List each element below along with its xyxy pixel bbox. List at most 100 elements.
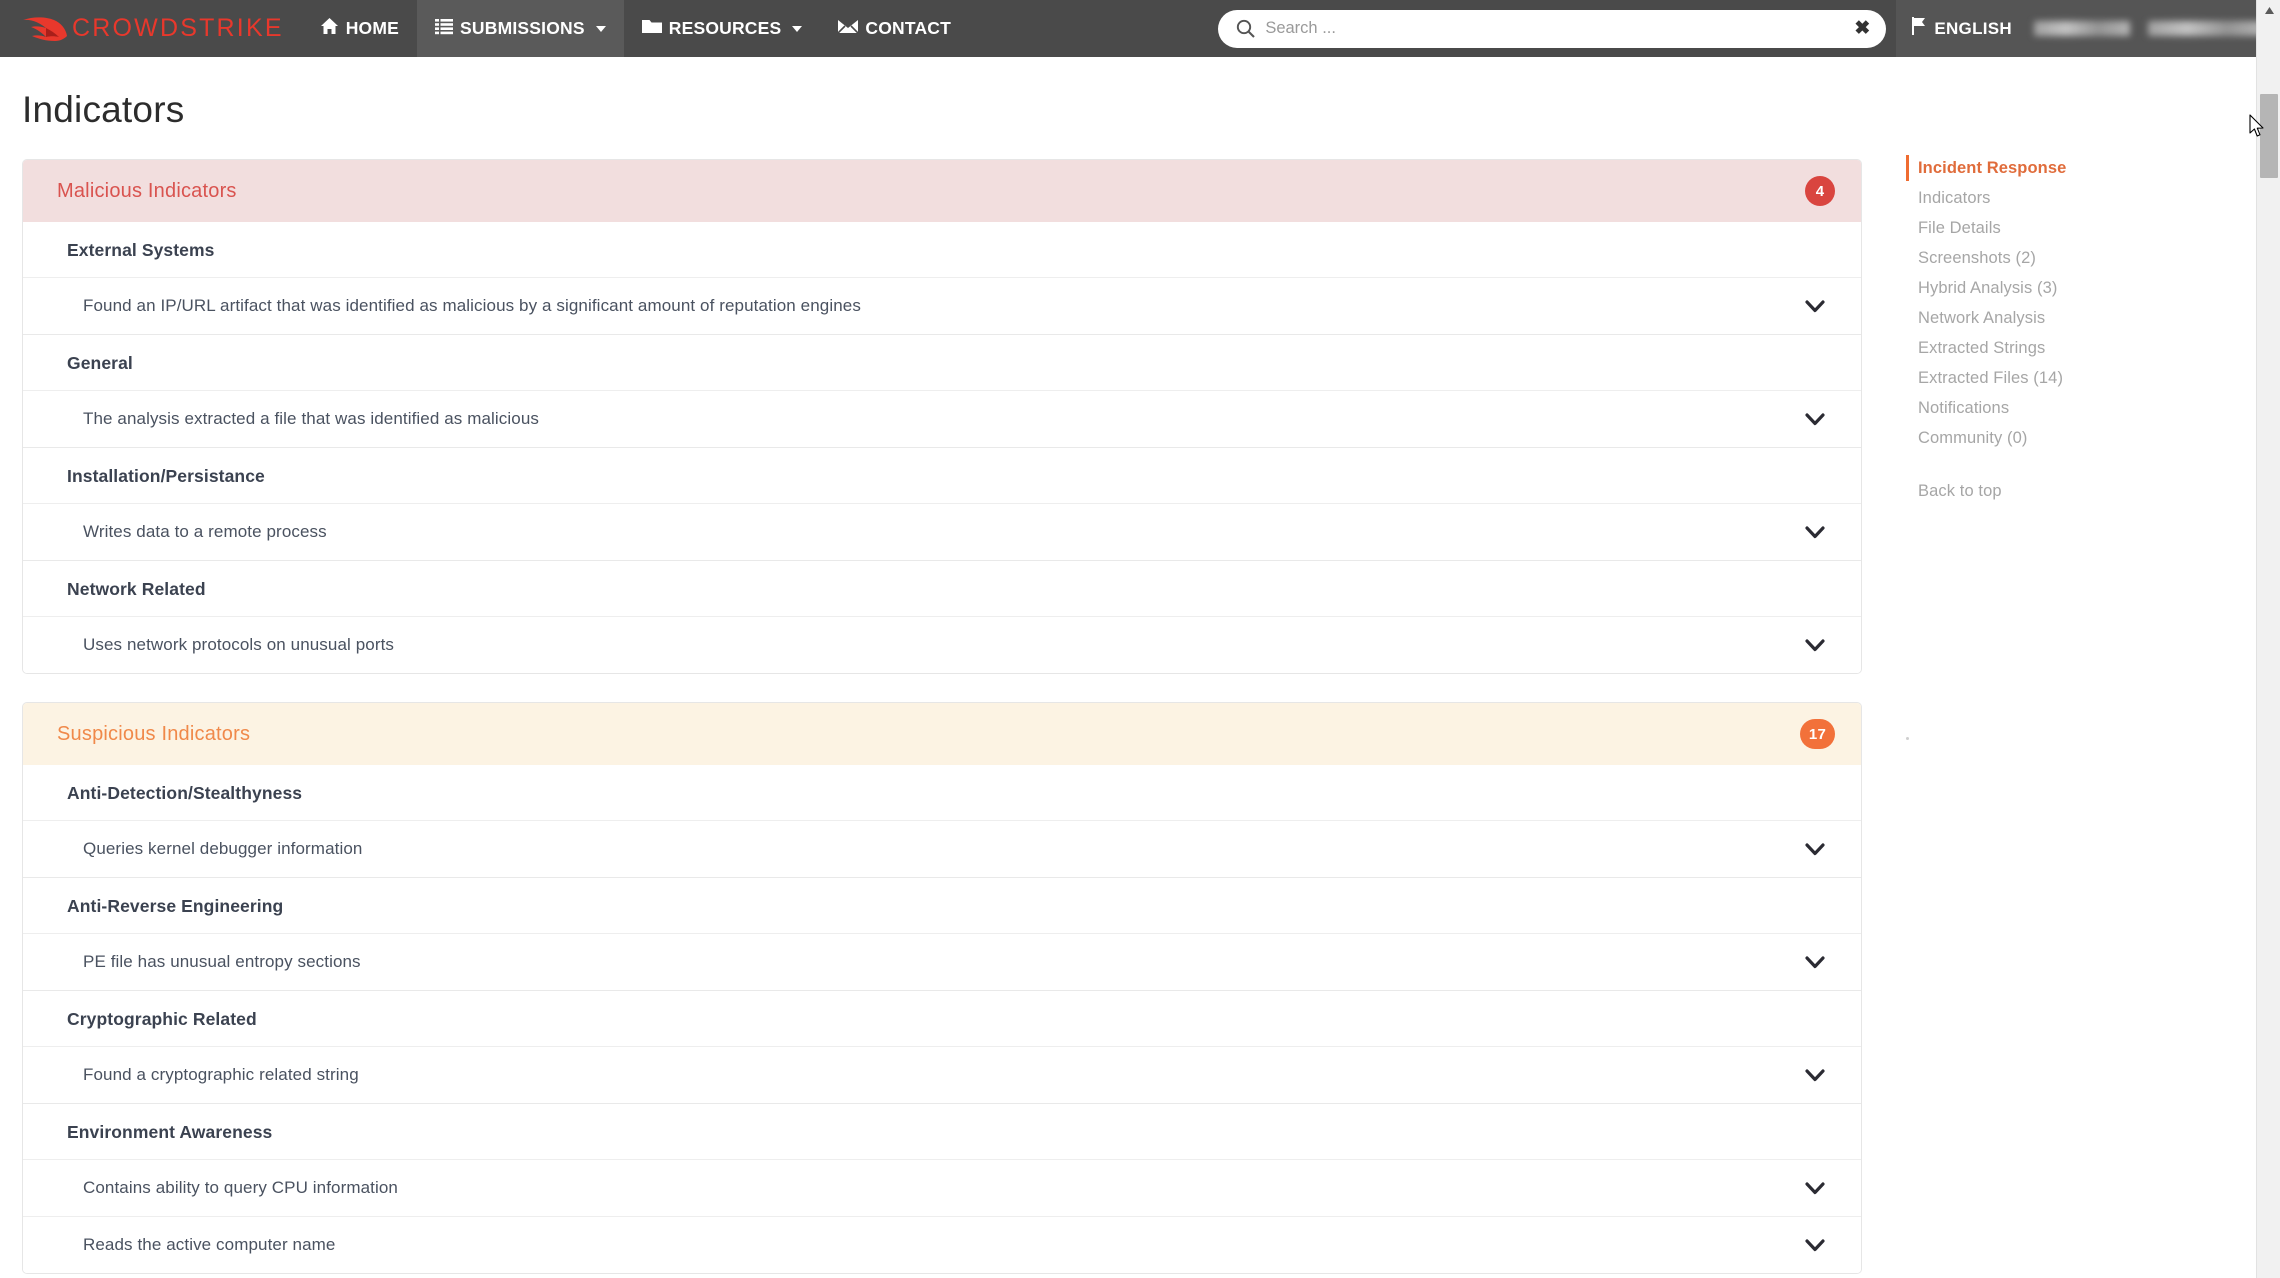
- chevron-down-icon: [1805, 638, 1825, 651]
- indicator-group-title: Installation/Persistance: [67, 466, 265, 486]
- indicator-row[interactable]: PE file has unusual entropy sections: [23, 933, 1861, 990]
- search-input[interactable]: [1265, 19, 1847, 38]
- indicator-group-title: Anti-Detection/Stealthyness: [67, 783, 303, 803]
- sidebar-item-hybrid-analysis-3[interactable]: Hybrid Analysis (3): [1880, 273, 2280, 303]
- user-account-area[interactable]: [2034, 21, 2274, 36]
- main-content-column: Indicators Malicious Indicators 4 External…: [0, 57, 1880, 1278]
- chevron-down-icon: [1805, 1068, 1825, 1081]
- scrollbar-up-arrow-icon[interactable]: [2257, 0, 2280, 20]
- scrollbar-thumb[interactable]: [2260, 94, 2278, 178]
- indicator-group-title: Environment Awareness: [67, 1122, 273, 1142]
- top-navbar: CROWDSTRIKE HOME SUBMISSIONS RESOURCES C…: [0, 0, 2280, 57]
- envelope-icon: [837, 18, 859, 39]
- search-box[interactable]: ✖: [1218, 9, 1887, 48]
- indicator-group: Environment Awareness Contains ability to…: [23, 1103, 1861, 1273]
- indicator-group-title: Anti-Reverse Engineering: [67, 896, 284, 916]
- chevron-down-icon: [1805, 955, 1825, 968]
- nav-item-contact[interactable]: CONTACT: [820, 0, 969, 57]
- nav-item-resources[interactable]: RESOURCES: [624, 0, 821, 57]
- indicator-description: Reads the active computer name: [83, 1235, 336, 1254]
- section-body: Anti-Detection/Stealthyness Queries kerne…: [23, 765, 1861, 1273]
- sidebar-item-indicators[interactable]: Indicators: [1880, 183, 2280, 213]
- chevron-down-icon: [1805, 1238, 1825, 1251]
- sidebar-item-screenshots-2[interactable]: Screenshots (2): [1880, 243, 2280, 273]
- sidebar-nav: Incident Response Indicators File Details S…: [1880, 153, 2280, 453]
- list-icon: [435, 18, 454, 40]
- section-header-suspicious[interactable]: Suspicious Indicators 17: [23, 703, 1861, 765]
- sidebar-item-incident-response[interactable]: Incident Response: [1880, 153, 2280, 183]
- nav-item-home[interactable]: HOME: [302, 0, 417, 57]
- indicator-row[interactable]: The analysis extracted a file that was i…: [23, 390, 1861, 447]
- section-count-badge: 4: [1805, 176, 1835, 206]
- redacted-account-link-1[interactable]: [2034, 21, 2130, 36]
- home-icon: [320, 17, 339, 40]
- indicator-group: Cryptographic Related Found a cryptograph…: [23, 990, 1861, 1103]
- sidebar-item-notifications[interactable]: Notifications: [1880, 393, 2280, 423]
- nav-item-submissions[interactable]: SUBMISSIONS: [417, 0, 624, 57]
- indicator-description: Writes data to a remote process: [83, 522, 327, 541]
- indicator-row[interactable]: Writes data to a remote process: [23, 503, 1861, 560]
- crowdstrike-falcon-icon: [22, 14, 68, 44]
- section-count-badge: 17: [1799, 719, 1835, 749]
- sidebar-item-community-0[interactable]: Community (0): [1880, 423, 2280, 453]
- indicator-description: The analysis extracted a file that was i…: [83, 409, 539, 428]
- indicator-row[interactable]: Found an IP/URL artifact that was identi…: [23, 277, 1861, 334]
- indicator-group-title: General: [67, 353, 133, 373]
- indicator-description: PE file has unusual entropy sections: [83, 952, 361, 971]
- navbar-right: ENGLISH: [1896, 0, 2280, 57]
- nav-item-home-label: HOME: [345, 18, 400, 38]
- search-clear-button[interactable]: ✖: [1846, 19, 1870, 38]
- folder-icon: [641, 18, 662, 39]
- indicator-description: Contains ability to query CPU informatio…: [83, 1178, 398, 1197]
- sidebar-item-extracted-strings[interactable]: Extracted Strings: [1880, 333, 2280, 363]
- indicator-description: Queries kernel debugger information: [83, 839, 363, 858]
- search-icon: [1236, 19, 1256, 38]
- indicator-row[interactable]: Queries kernel debugger information: [23, 820, 1861, 877]
- indicator-card: Malicious Indicators 4 External Systems Fou…: [22, 159, 1862, 674]
- page-title: Indicators: [22, 89, 185, 130]
- nav-item-resources-label: RESOURCES: [668, 18, 782, 38]
- chevron-down-icon: [1805, 525, 1825, 538]
- indicator-sections: Malicious Indicators 4 External Systems Fou…: [0, 159, 1880, 1274]
- sidebar-item-network-analysis[interactable]: Network Analysis: [1880, 303, 2280, 333]
- sidebar-dot-marker: [1906, 737, 1909, 740]
- indicator-group-title: Network Related: [67, 579, 206, 599]
- indicator-group-title: Cryptographic Related: [67, 1009, 257, 1029]
- indicator-row[interactable]: Uses network protocols on unusual ports: [23, 616, 1861, 673]
- indicator-group: Network Related Uses network protocols on…: [23, 560, 1861, 673]
- primary-nav: HOME SUBMISSIONS RESOURCES CONTACT: [302, 0, 969, 57]
- indicator-description: Uses network protocols on unusual ports: [83, 635, 395, 654]
- sidebar-item-file-details[interactable]: File Details: [1880, 213, 2280, 243]
- section-title: Suspicious Indicators: [57, 722, 251, 745]
- brand-name: CROWDSTRIKE: [72, 14, 284, 42]
- chevron-down-icon: [1805, 299, 1825, 312]
- chevron-down-icon: [1805, 412, 1825, 425]
- flag-icon: [1912, 17, 1927, 40]
- sidebar-item-extracted-files-14[interactable]: Extracted Files (14): [1880, 363, 2280, 393]
- indicator-row[interactable]: Contains ability to query CPU informatio…: [23, 1159, 1861, 1216]
- indicator-description: Found an IP/URL artifact that was identi…: [83, 296, 861, 315]
- page-body: Indicators Malicious Indicators 4 External…: [0, 57, 2280, 1278]
- redacted-account-link-2[interactable]: [2148, 21, 2266, 36]
- back-to-top-link[interactable]: Back to top: [1880, 476, 2280, 506]
- indicator-row[interactable]: Found a cryptographic related string: [23, 1046, 1861, 1103]
- indicator-description: Found a cryptographic related string: [83, 1065, 359, 1084]
- language-label: ENGLISH: [1934, 18, 2012, 38]
- chevron-down-icon: [792, 25, 803, 32]
- nav-item-contact-label: CONTACT: [865, 18, 952, 38]
- search-area: ✖: [1208, 0, 1896, 57]
- browser-scrollbar[interactable]: [2256, 0, 2280, 1278]
- indicator-row[interactable]: Reads the active computer name: [23, 1216, 1861, 1273]
- section-header-malicious[interactable]: Malicious Indicators 4: [23, 160, 1861, 222]
- brand-logo-link[interactable]: CROWDSTRIKE: [0, 0, 302, 57]
- language-selector[interactable]: ENGLISH: [1912, 17, 2034, 40]
- navbar-spacer: [969, 0, 1208, 57]
- chevron-down-icon: [1805, 842, 1825, 855]
- indicator-group: External Systems Found an IP/URL artifact…: [23, 222, 1861, 334]
- indicator-group: Anti-Detection/Stealthyness Queries kerne…: [23, 765, 1861, 877]
- indicator-group: General The analysis extracted a file tha…: [23, 334, 1861, 447]
- chevron-down-icon: [595, 25, 606, 32]
- nav-item-submissions-label: SUBMISSIONS: [460, 18, 585, 38]
- indicator-group: Anti-Reverse Engineering PE file has unus…: [23, 877, 1861, 990]
